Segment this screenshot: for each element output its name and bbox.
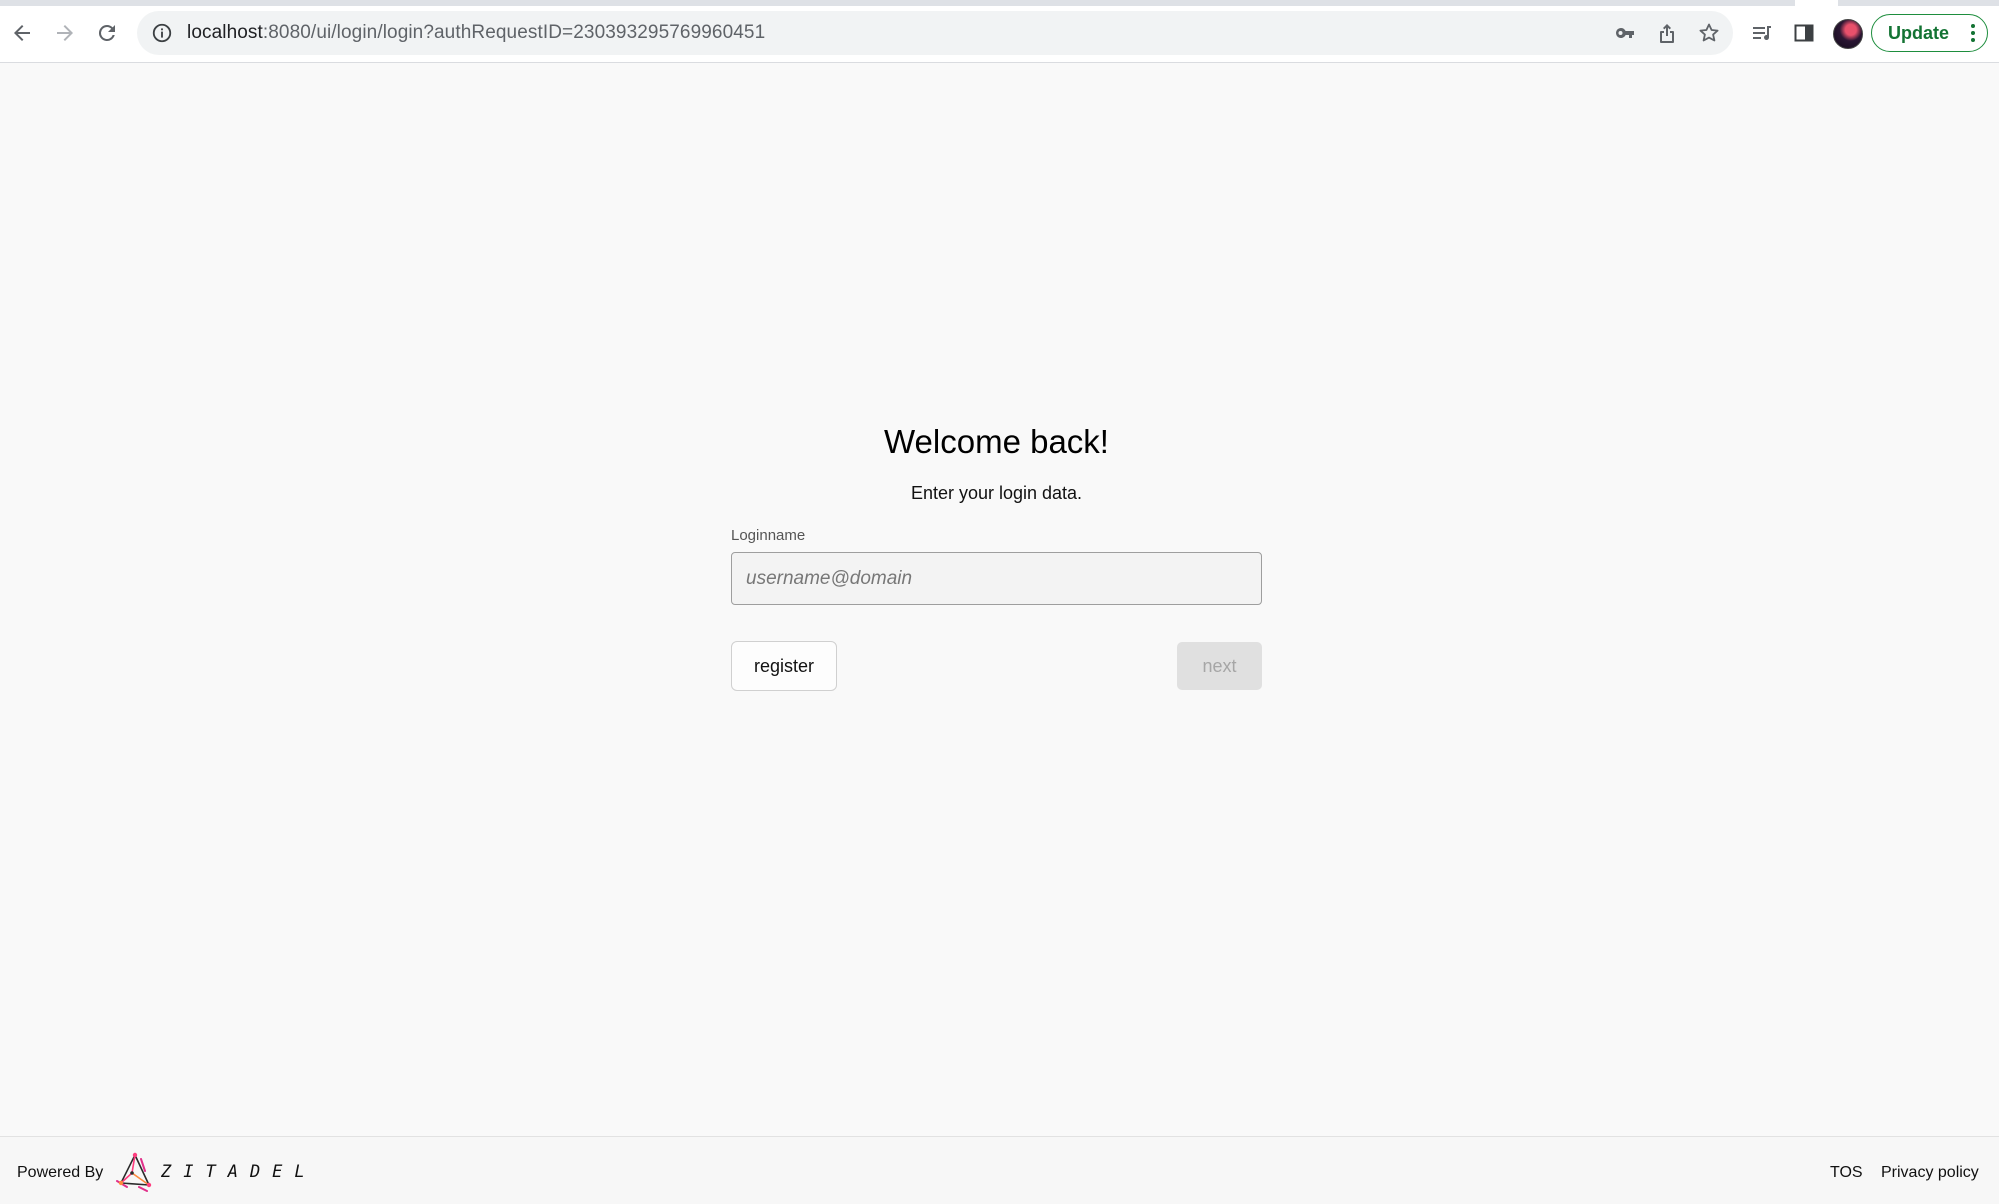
browser-toolbar: localhost:8080/ui/login/login?authReques… xyxy=(0,0,1999,63)
share-icon xyxy=(1660,24,1674,43)
info-icon[interactable] xyxy=(151,22,173,44)
share-button[interactable] xyxy=(1654,20,1680,46)
reading-list-button[interactable] xyxy=(1748,19,1776,47)
zitadel-wordmark: ZITADEL xyxy=(161,1162,317,1182)
privacy-policy-link[interactable]: Privacy policy xyxy=(1881,1164,1979,1182)
page-subtitle: Enter your login data. xyxy=(910,483,1083,503)
forward-arrow-icon xyxy=(57,25,73,41)
reading-list-icon xyxy=(1753,26,1771,40)
page-title: Welcome back! xyxy=(884,423,1109,460)
back-button[interactable] xyxy=(5,16,39,50)
login-panel: Welcome back! Enter your login data. Log… xyxy=(731,420,1262,691)
zitadel-logo-icon xyxy=(116,1152,152,1192)
register-button[interactable]: register xyxy=(731,641,837,691)
tab-strip xyxy=(0,0,1795,6)
url-host: localhost xyxy=(187,22,263,43)
update-button[interactable]: Update xyxy=(1871,14,1988,52)
side-panel-icon xyxy=(1794,24,1814,42)
tos-link[interactable]: TOS xyxy=(1830,1164,1863,1182)
forward-button[interactable] xyxy=(48,16,82,50)
reload-button[interactable] xyxy=(90,16,124,50)
key-icon xyxy=(1616,28,1634,38)
next-button[interactable]: next xyxy=(1177,642,1262,690)
loginname-label: Loginname xyxy=(731,527,806,544)
password-key-button[interactable] xyxy=(1612,20,1638,46)
tab-strip-right xyxy=(1838,0,1999,6)
address-bar[interactable]: localhost:8080/ui/login/login?authReques… xyxy=(137,11,1733,55)
back-arrow-icon xyxy=(14,25,30,41)
more-vert-icon xyxy=(1971,24,1975,42)
footer: Powered By ZITADEL TOS Privacy policy xyxy=(0,1136,1999,1204)
loginname-input[interactable] xyxy=(731,552,1262,605)
powered-by-text: Powered By xyxy=(17,1164,104,1181)
login-actions: register next xyxy=(731,641,1262,691)
star-icon xyxy=(1699,23,1719,42)
reload-icon xyxy=(98,24,115,41)
update-label: Update xyxy=(1888,22,1950,43)
url-path: :8080/ui/login/login?authRequestID=23039… xyxy=(262,22,766,43)
side-panel-button[interactable] xyxy=(1790,19,1818,47)
url-text[interactable]: localhost:8080/ui/login/login?authReques… xyxy=(187,22,765,44)
bookmark-button[interactable] xyxy=(1696,20,1722,46)
avatar[interactable] xyxy=(1833,19,1863,49)
